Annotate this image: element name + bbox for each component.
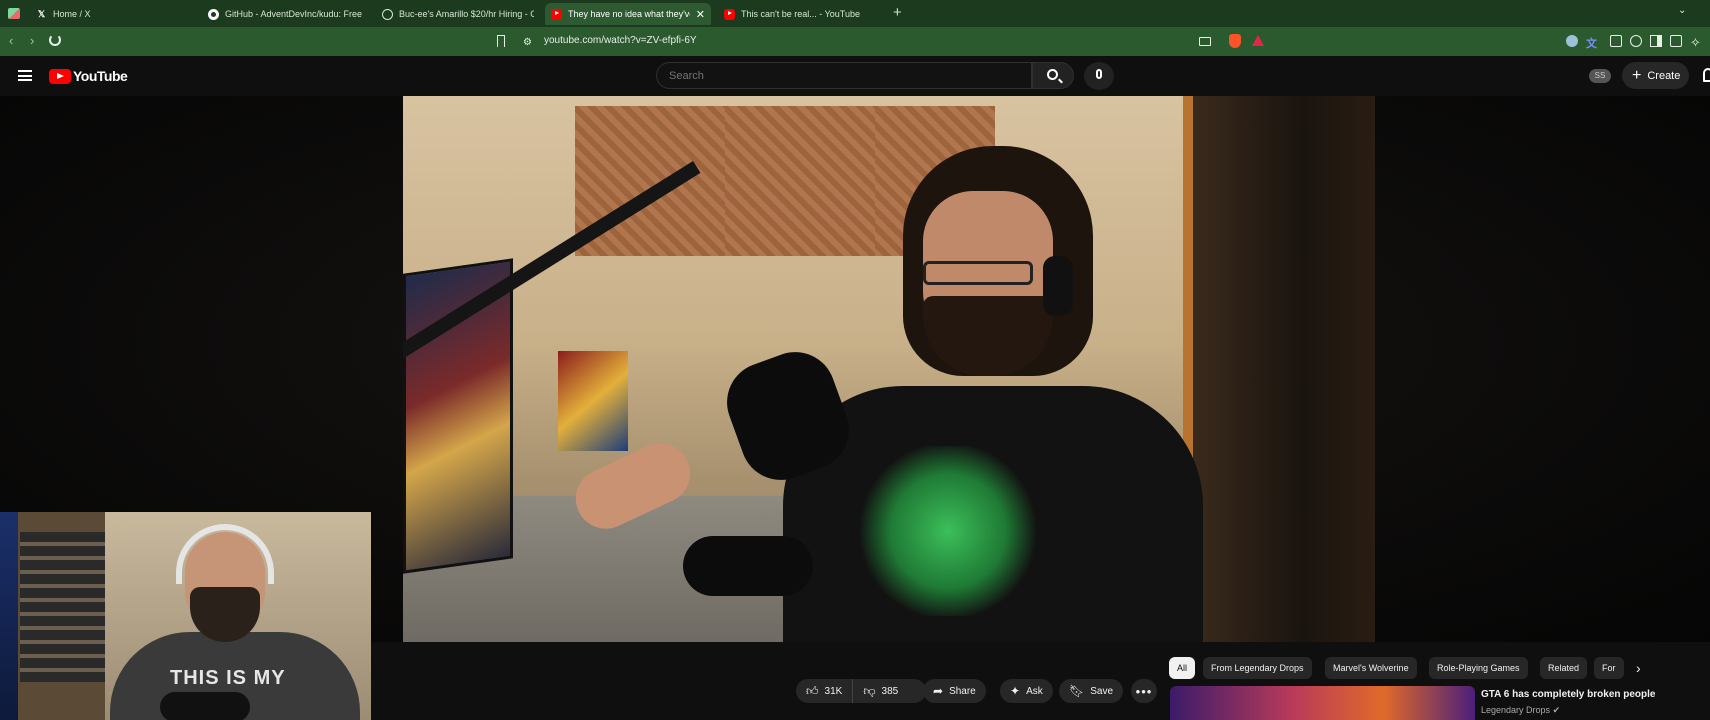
dislike-count: 385 xyxy=(881,685,899,697)
like-button[interactable]: 👍︎ 31K xyxy=(796,679,854,703)
save-button[interactable]: 🔖︎ Save xyxy=(1059,679,1124,703)
thumbs-up-icon: 👍︎ xyxy=(806,684,819,698)
recommendation-thumbnail[interactable] xyxy=(1170,686,1475,720)
create-button[interactable]: + Create xyxy=(1622,62,1689,89)
search-button[interactable] xyxy=(1032,62,1074,89)
tab-title: Buc-ee's Amarillo $20/hr Hiring - Gr xyxy=(399,9,534,19)
youtube-masthead: YouTube SS + Create xyxy=(0,56,1710,96)
notifications-bell-icon[interactable] xyxy=(1703,68,1710,82)
search-input[interactable] xyxy=(656,62,1032,89)
chip-related[interactable]: Related xyxy=(1540,657,1588,679)
globe-icon xyxy=(382,8,393,20)
voice-search-button[interactable] xyxy=(1084,62,1114,90)
chip-all[interactable]: All xyxy=(1169,657,1196,679)
tab-youtube-active[interactable]: They have no idea what they've ✕ xyxy=(545,3,711,25)
back-icon[interactable]: ‹ xyxy=(9,33,13,48)
like-count: 31K xyxy=(824,685,843,697)
site-settings-icon[interactable]: ⚙ xyxy=(523,37,532,48)
share-arrow-icon: ➦ xyxy=(933,684,944,698)
more-dots-icon: ••• xyxy=(1135,683,1153,699)
thumbs-down-icon: 👎︎ xyxy=(863,684,876,698)
chip-for-you[interactable]: For xyxy=(1594,657,1624,679)
share-label: Share xyxy=(949,685,976,697)
video-player[interactable] xyxy=(403,96,1375,642)
close-tab-icon[interactable]: ✕ xyxy=(696,8,705,21)
tab-youtube-this-cant-be-real[interactable]: This can't be real... - YouTube xyxy=(718,3,884,25)
verified-check-icon: ✔ xyxy=(1552,705,1561,715)
sparkle-icon: ✦ xyxy=(1010,684,1021,698)
chip-label: All xyxy=(1177,663,1188,673)
chip-label: For xyxy=(1602,663,1616,673)
facecam-shirt-text: THIS IS MY xyxy=(170,667,286,689)
forward-icon[interactable]: › xyxy=(30,33,34,48)
extension-toggle-icon[interactable] xyxy=(1566,35,1578,47)
search-icon xyxy=(1047,69,1058,80)
recommendation-channel[interactable]: Legendary Drops ✔ xyxy=(1481,705,1560,716)
create-label: Create xyxy=(1647,69,1681,82)
browser-tab-strip: 𝕏 Home / X GitHub - AdventDevInc/kudu: F… xyxy=(0,0,1710,27)
bookmark-icon[interactable] xyxy=(497,35,505,47)
ask-label: Ask xyxy=(1026,685,1043,697)
chip-marvels-wolverine[interactable]: Marvel's Wolverine xyxy=(1325,657,1417,679)
bookmark-save-icon: 🔖︎ xyxy=(1069,684,1085,698)
wallet-icon[interactable] xyxy=(1670,35,1682,47)
microphone-icon xyxy=(1096,69,1102,79)
plus-icon: + xyxy=(1632,66,1642,84)
youtube-icon xyxy=(724,8,735,20)
chip-from-legendary-drops[interactable]: From Legendary Drops xyxy=(1203,657,1312,679)
chip-label: Role-Playing Games xyxy=(1437,663,1520,673)
like-dislike-group: 👍︎ 31K 👎︎ 385 xyxy=(796,679,926,703)
recommendation-title[interactable]: GTA 6 has completely broken people xyxy=(1481,689,1656,700)
brave-rewards-icon[interactable] xyxy=(1252,35,1264,46)
chip-label: Marvel's Wolverine xyxy=(1333,663,1409,673)
translate-extension-icon[interactable]: 文 xyxy=(1586,35,1598,50)
youtube-icon xyxy=(551,8,562,20)
tab-github-kudu[interactable]: GitHub - AdventDevInc/kudu: Free W xyxy=(202,3,364,25)
hamburger-menu-icon[interactable] xyxy=(18,70,32,81)
tab-home-x[interactable]: 𝕏 Home / X xyxy=(30,3,192,25)
chip-label: Related xyxy=(1548,663,1580,673)
tab-bucees-hiring[interactable]: Buc-ee's Amarillo $20/hr Hiring - Gr xyxy=(376,3,534,25)
dislike-button[interactable]: 👎︎ 385 xyxy=(853,679,908,703)
leo-ai-icon[interactable]: ✧ xyxy=(1690,35,1702,50)
sidebar-icon[interactable] xyxy=(1650,35,1662,47)
save-label: Save xyxy=(1090,685,1114,697)
x-icon: 𝕏 xyxy=(37,8,46,19)
account-badge[interactable]: SS xyxy=(1589,69,1611,83)
chip-role-playing-games[interactable]: Role-Playing Games xyxy=(1429,657,1528,679)
browser-app-icon[interactable] xyxy=(8,8,20,19)
chip-label: From Legendary Drops xyxy=(1211,663,1304,673)
github-icon xyxy=(208,8,219,20)
new-tab-button[interactable]: + xyxy=(893,4,902,21)
extensions-puzzle-icon[interactable] xyxy=(1610,35,1622,47)
youtube-play-icon xyxy=(49,68,71,84)
reload-icon[interactable] xyxy=(49,34,61,46)
tab-title: GitHub - AdventDevInc/kudu: Free W xyxy=(225,9,364,19)
tab-title: This can't be real... - YouTube xyxy=(741,9,860,19)
tab-list-chevron-icon[interactable]: ⌄ xyxy=(1678,5,1686,16)
facecam-overlay: THIS IS MY xyxy=(0,512,371,720)
address-bar-url[interactable]: youtube.com/watch?v=ZV-efpfi-6Y xyxy=(544,35,697,46)
ask-button[interactable]: ✦ Ask xyxy=(1000,679,1053,703)
channel-name: Legendary Drops xyxy=(1481,705,1551,715)
more-actions-button[interactable]: ••• xyxy=(1131,679,1157,703)
browser-toolbar: ‹ › ⚙ youtube.com/watch?v=ZV-efpfi-6Y 文 … xyxy=(0,27,1710,56)
share-button[interactable]: ➦ Share xyxy=(923,679,986,703)
brave-shields-icon[interactable] xyxy=(1229,34,1241,48)
youtube-logo[interactable]: YouTube xyxy=(49,68,128,84)
history-icon[interactable] xyxy=(1630,35,1642,47)
chips-next-chevron-icon[interactable]: › xyxy=(1636,660,1641,676)
tab-title: Home / X xyxy=(53,9,91,19)
youtube-wordmark: YouTube xyxy=(73,68,128,84)
tab-title: They have no idea what they've xyxy=(568,9,690,19)
cast-icon[interactable] xyxy=(1199,37,1211,46)
